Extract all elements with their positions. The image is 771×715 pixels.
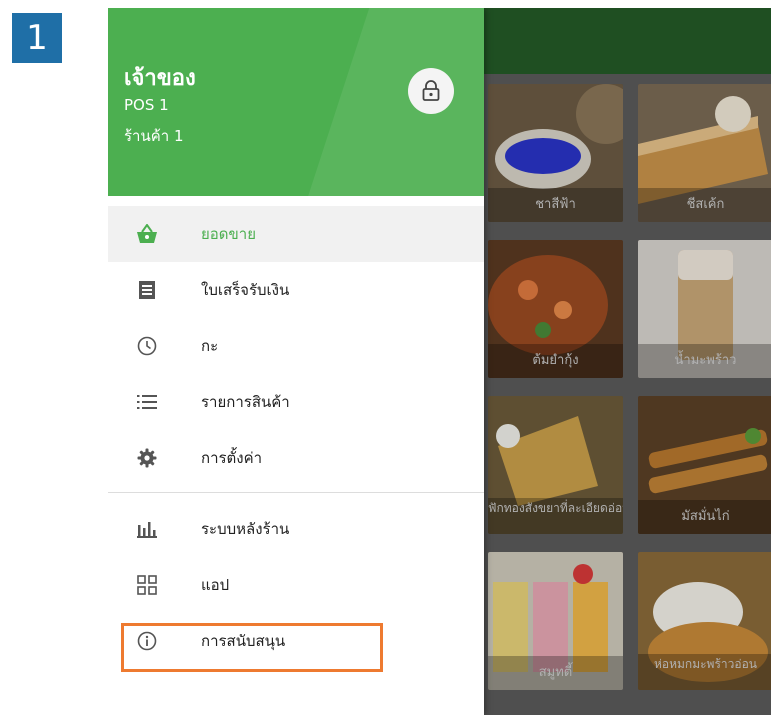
drawer-menu: ยอดขาย ใบเสร็จรับเงิน กะ รายการสินค้า กา… [108,206,484,669]
apps-icon [135,573,159,597]
lock-icon [422,80,440,101]
menu-item-label: ระบบหลังร้าน [201,520,290,538]
basket-icon [135,222,159,246]
receipt-icon [135,278,159,302]
menu-item-apps[interactable]: แอป [108,557,484,613]
menu-item-items[interactable]: รายการสินค้า [108,374,484,430]
lock-button[interactable] [408,68,454,114]
gear-icon [135,446,159,470]
menu-item-label: กะ [201,337,219,355]
support-highlight-box [121,623,383,672]
menu-item-label: ใบเสร็จรับเงิน [201,281,290,299]
menu-item-label: แอป [201,576,230,594]
owner-name: เจ้าของ [124,66,196,91]
bar-chart-icon [135,517,159,541]
pos-name: POS 1 [124,96,169,114]
menu-item-shift[interactable]: กะ [108,318,484,374]
header-sheen [297,8,484,196]
store-name: ร้านค้า 1 [124,127,184,145]
menu-item-sales[interactable]: ยอดขาย [108,206,484,262]
menu-item-label: การตั้งค่า [201,449,263,467]
menu-item-label: รายการสินค้า [201,393,290,411]
device-screen: ชาสีฟ้า ชีสเค้ก ต้มยำกุ้ง น้ำมะพร้าว ฟัก… [108,8,771,715]
menu-item-receipts[interactable]: ใบเสร็จรับเงิน [108,262,484,318]
navigation-drawer: เจ้าของ POS 1 ร้านค้า 1 ยอดขาย ใบเสร็จรั… [108,8,484,715]
scrim-overlay[interactable] [484,74,771,715]
step-number-badge: 1 [12,13,62,63]
menu-item-settings[interactable]: การตั้งค่า [108,430,484,486]
drawer-header: เจ้าของ POS 1 ร้านค้า 1 [108,8,484,196]
list-icon [135,390,159,414]
menu-divider [108,492,484,493]
clock-icon [135,334,159,358]
menu-item-back-office[interactable]: ระบบหลังร้าน [108,501,484,557]
menu-item-label: ยอดขาย [201,225,257,243]
